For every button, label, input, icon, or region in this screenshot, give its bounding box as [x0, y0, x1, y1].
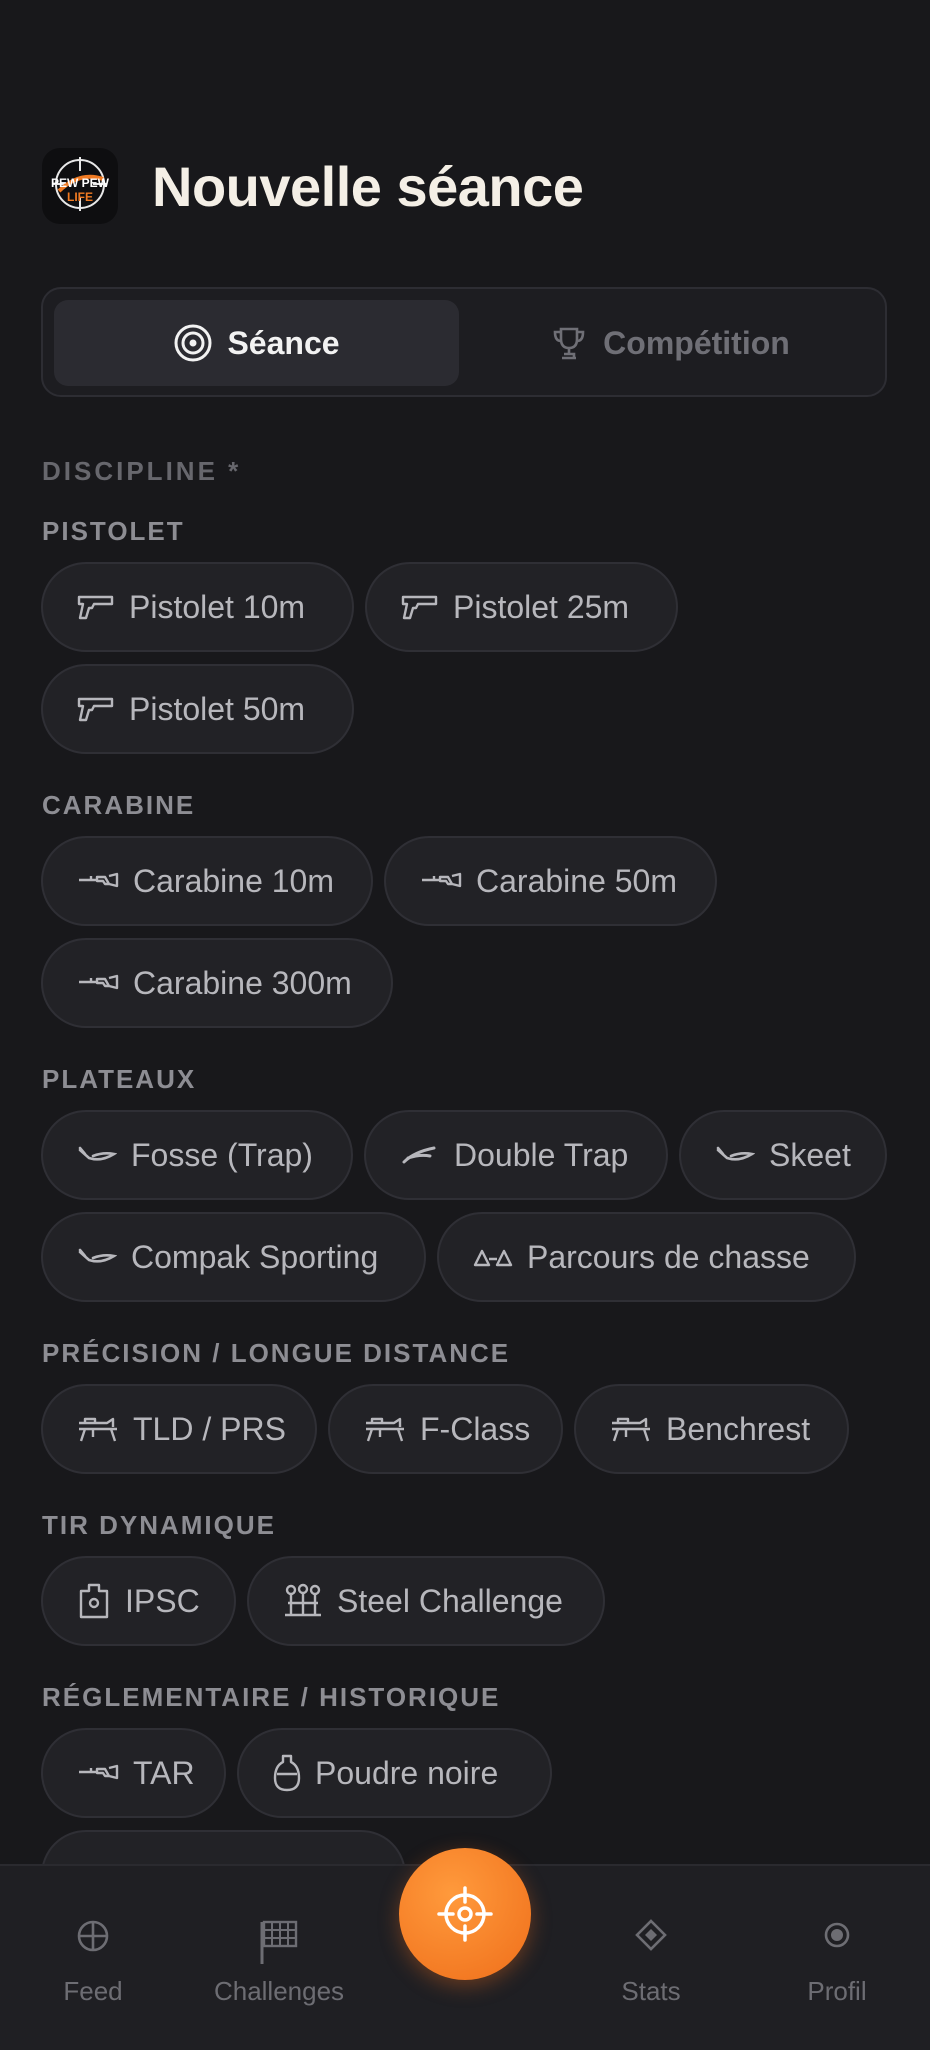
nav-profil-label: Profil — [807, 1976, 867, 2006]
chip-label: Compak Sporting — [131, 1238, 379, 1275]
diamond-icon — [635, 1919, 667, 1951]
chip-label: Fosse (Trap) — [131, 1136, 313, 1173]
powder-flask-icon — [273, 1754, 301, 1792]
double-clay-icon — [402, 1146, 436, 1164]
chip-label: TLD / PRS — [133, 1410, 286, 1447]
chip-label: Carabine 10m — [133, 862, 334, 899]
rifle-icon — [79, 872, 119, 888]
bench-rifle-icon — [366, 1417, 404, 1442]
chip-carabine-300m[interactable]: Carabine 300m — [41, 938, 393, 1028]
nav-challenges[interactable]: Challenges — [186, 1866, 372, 2050]
profile-dot-icon — [824, 1922, 850, 1948]
chip-poudre-noire[interactable]: Poudre noire — [237, 1728, 552, 1818]
mode-toggle: Séance Compétition — [41, 287, 887, 397]
chip-label: Benchrest — [666, 1410, 811, 1447]
rifle-icon — [422, 872, 462, 888]
nav-challenges-label: Challenges — [213, 1976, 345, 2006]
page-header: PEW PEW LIFE Nouvelle séance — [42, 148, 584, 224]
chip-label: Steel Challenge — [337, 1582, 563, 1619]
trophy-icon — [553, 327, 585, 360]
section-label-reglementaire: RÉGLEMENTAIRE / HISTORIQUE — [42, 1682, 501, 1712]
ipsc-target-icon — [79, 1583, 109, 1619]
crosshair-icon — [437, 1886, 493, 1942]
section-label-dynamique: TIR DYNAMIQUE — [42, 1510, 276, 1540]
pistol-icon — [401, 595, 438, 620]
chip-label: IPSC — [125, 1582, 200, 1619]
chip-ipsc[interactable]: IPSC — [41, 1556, 236, 1646]
pistol-icon — [77, 595, 114, 620]
section-label-precision: PRÉCISION / LONGUE DISTANCE — [42, 1338, 511, 1368]
bench-rifle-icon — [612, 1417, 650, 1442]
clay-target-icon — [716, 1146, 755, 1161]
chip-label: Pistolet 50m — [129, 690, 306, 727]
chip-tld-prs[interactable]: TLD / PRS — [41, 1384, 317, 1474]
chip-label: Parcours de chasse — [527, 1238, 810, 1275]
chip-skeet[interactable]: Skeet — [679, 1110, 887, 1200]
nav-feed-label: Feed — [63, 1976, 123, 2006]
tab-competition[interactable]: Compétition — [467, 300, 872, 386]
chip-label: F-Class — [420, 1410, 531, 1447]
chip-label: TAR — [133, 1754, 195, 1791]
discipline-label: DISCIPLINE * — [42, 456, 242, 486]
pistol-icon — [77, 697, 114, 722]
new-session-fab[interactable] — [399, 1848, 531, 1980]
tab-seance[interactable]: Séance — [54, 300, 459, 386]
chip-label: Skeet — [769, 1136, 851, 1173]
chip-fosse-trap[interactable]: Fosse (Trap) — [41, 1110, 353, 1200]
chip-label: Pistolet 25m — [453, 588, 630, 625]
nav-feed[interactable]: Feed — [0, 1866, 186, 2050]
steel-plates-icon — [285, 1583, 321, 1617]
chip-label: Double Trap — [454, 1136, 629, 1173]
chip-steel-challenge[interactable]: Steel Challenge — [247, 1556, 605, 1646]
tab-seance-label: Séance — [227, 324, 340, 361]
page-title: Nouvelle séance — [152, 154, 584, 218]
chip-f-class[interactable]: F-Class — [328, 1384, 563, 1474]
chip-parcours-de-chasse[interactable]: Parcours de chasse — [437, 1212, 856, 1302]
chip-pistolet-25m[interactable]: Pistolet 25m — [365, 562, 678, 652]
chip-label: Poudre noire — [315, 1754, 499, 1791]
app-logo: PEW PEW LIFE — [42, 148, 118, 224]
pew-pew-life-logo-icon: PEW PEW LIFE — [51, 157, 110, 211]
nav-stats[interactable]: Stats — [558, 1866, 744, 2050]
chip-label: Carabine 300m — [133, 964, 352, 1001]
clay-target-icon — [78, 1248, 117, 1263]
chip-label: Carabine 50m — [476, 862, 677, 899]
chip-pistolet-10m[interactable]: Pistolet 10m — [41, 562, 354, 652]
section-label-pistolet: PISTOLET — [42, 516, 185, 546]
terrain-icon — [473, 1249, 513, 1267]
chip-tar[interactable]: TAR — [41, 1728, 226, 1818]
chip-pistolet-50m[interactable]: Pistolet 50m — [41, 664, 354, 754]
svg-text:LIFE: LIFE — [67, 190, 93, 204]
chip-label: Pistolet 10m — [129, 588, 306, 625]
section-label-carabine: CARABINE — [42, 790, 196, 820]
bench-rifle-icon — [79, 1417, 117, 1442]
globe-icon — [77, 1920, 109, 1952]
chip-benchrest[interactable]: Benchrest — [574, 1384, 849, 1474]
clay-target-icon — [78, 1146, 117, 1161]
rifle-icon — [79, 974, 119, 990]
checkered-flag-icon — [260, 1920, 298, 1964]
chip-carabine-50m[interactable]: Carabine 50m — [384, 836, 717, 926]
chip-carabine-10m[interactable]: Carabine 10m — [41, 836, 373, 926]
rifle-icon — [79, 1764, 119, 1780]
section-label-plateaux: PLATEAUX — [42, 1064, 197, 1094]
chip-compak-sporting[interactable]: Compak Sporting — [41, 1212, 426, 1302]
nav-profil[interactable]: Profil — [744, 1866, 930, 2050]
svg-text:PEW PEW: PEW PEW — [51, 176, 110, 190]
target-icon — [174, 324, 212, 362]
tab-competition-label: Compétition — [603, 324, 790, 361]
nav-stats-label: Stats — [621, 1976, 681, 2006]
chip-double-trap[interactable]: Double Trap — [364, 1110, 668, 1200]
